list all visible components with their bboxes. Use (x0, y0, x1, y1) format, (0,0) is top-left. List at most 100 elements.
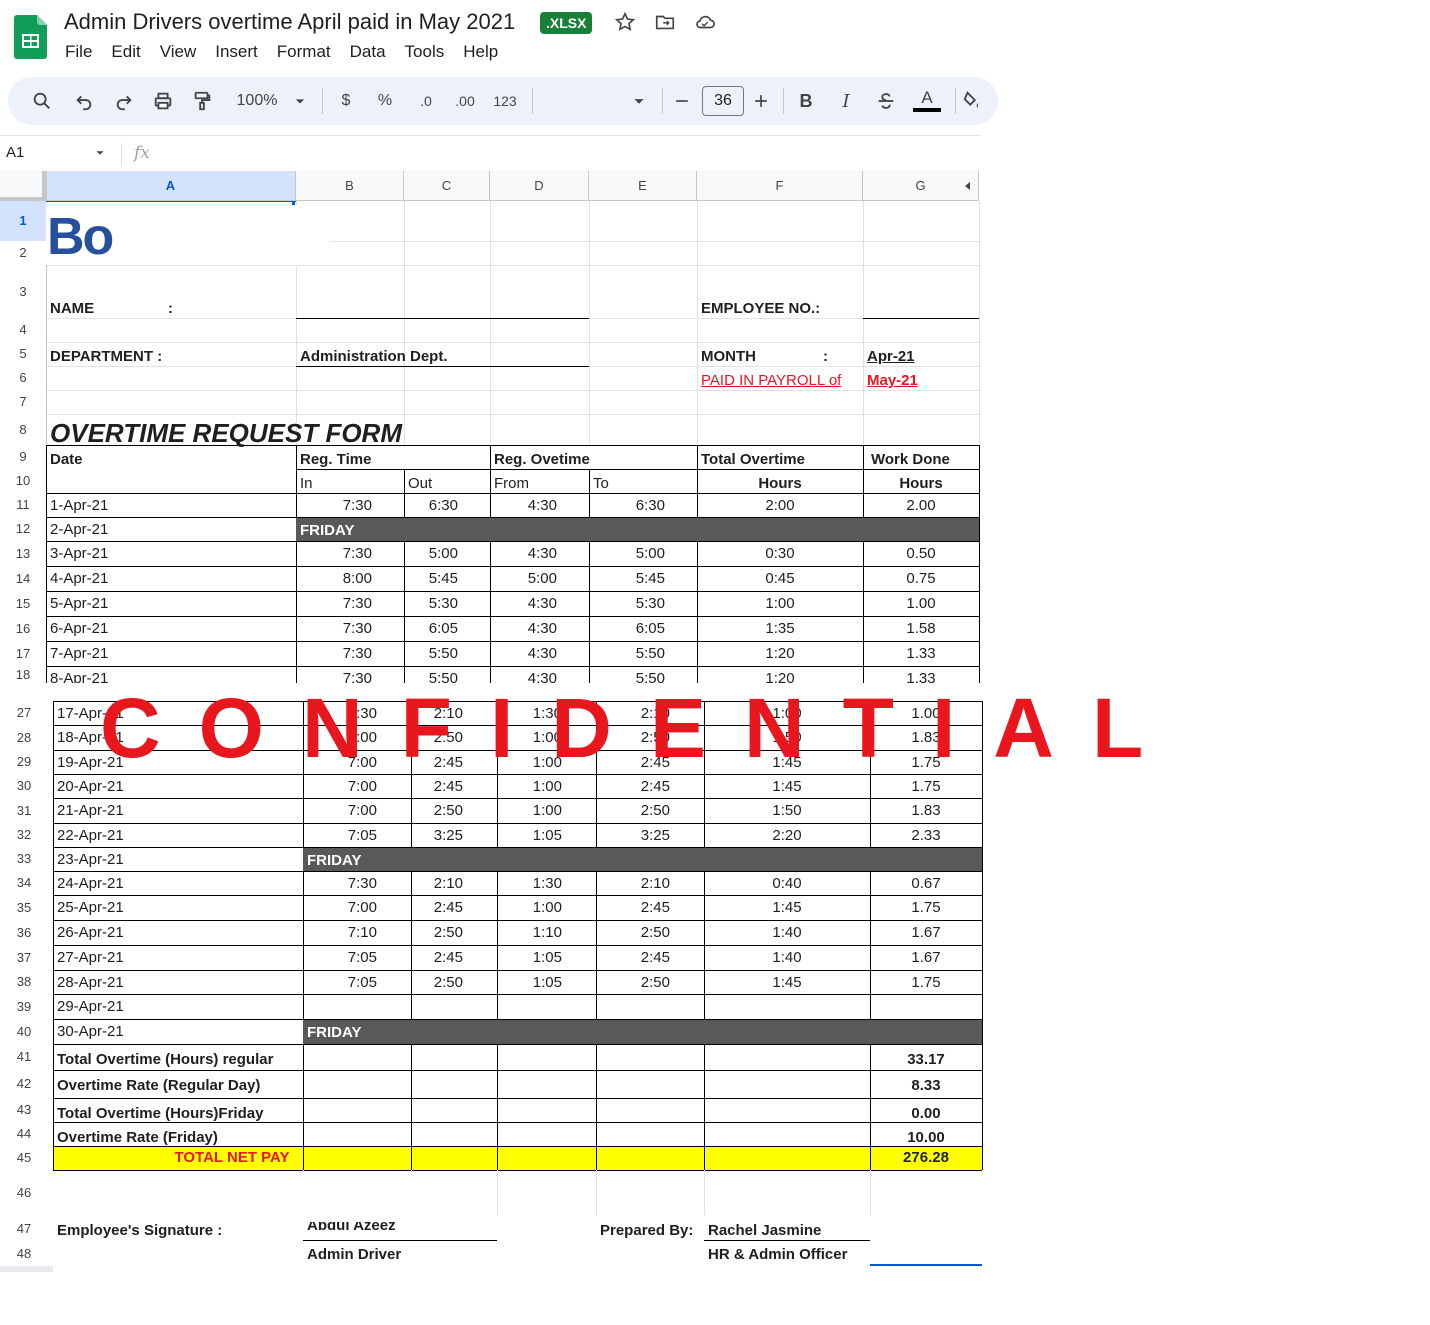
menu-format[interactable]: Format (277, 42, 331, 62)
menu-data[interactable]: Data (350, 42, 386, 62)
row-header[interactable]: 33 (2, 847, 46, 871)
row-header[interactable]: 37 (2, 945, 46, 970)
name-box-dropdown-icon[interactable] (93, 146, 107, 160)
row-header[interactable]: 5 (0, 342, 46, 366)
cloud-saved-icon[interactable] (694, 11, 716, 33)
row-header[interactable]: 9 (0, 445, 46, 469)
column-header-a[interactable]: A (46, 171, 296, 201)
row-header[interactable]: 7 (0, 390, 46, 414)
table-border (979, 445, 980, 683)
decrease-decimal-button[interactable]: .0 (412, 88, 440, 114)
formula-input[interactable] (160, 141, 978, 167)
out-cell: 2:50 (433, 924, 463, 941)
row-header[interactable]: 35 (2, 895, 46, 920)
undo-icon[interactable] (72, 88, 96, 114)
row-header[interactable]: 42 (2, 1070, 46, 1098)
redo-icon[interactable] (112, 88, 136, 114)
row-header[interactable]: 46 (2, 1170, 46, 1215)
row-header[interactable]: 12 (0, 517, 46, 541)
row-header[interactable]: 31 (2, 798, 46, 823)
document-title[interactable]: Admin Drivers overtime April paid in May… (64, 9, 515, 35)
gridline (979, 201, 980, 445)
menu-file[interactable]: File (65, 42, 92, 62)
column-header-c[interactable]: C (404, 171, 490, 201)
row-header[interactable]: 17 (0, 641, 46, 666)
column-header-f[interactable]: F (697, 171, 863, 201)
column-header-e[interactable]: E (589, 171, 697, 201)
row-header[interactable]: 30 (2, 774, 46, 798)
row-header[interactable]: 28 (2, 725, 46, 750)
sheets-app-icon[interactable] (14, 15, 47, 59)
gridline (863, 201, 864, 445)
row-header[interactable]: 44 (2, 1122, 46, 1146)
row-header[interactable]: 48 (2, 1242, 46, 1266)
row-header[interactable]: 39 (2, 994, 46, 1019)
move-to-folder-icon[interactable] (654, 11, 676, 33)
row-header[interactable]: 27 (2, 701, 46, 725)
increase-font-size-icon[interactable] (751, 88, 771, 114)
row-header[interactable]: 14 (0, 566, 46, 591)
star-icon[interactable] (614, 11, 636, 33)
zoom-dropdown-icon[interactable] (290, 88, 310, 114)
row-header[interactable]: 34 (2, 871, 46, 895)
menu-view[interactable]: View (160, 42, 197, 62)
out-cell: 2:45 (433, 899, 463, 916)
row-header[interactable]: 38 (2, 970, 46, 994)
decrease-font-size-icon[interactable] (672, 88, 692, 114)
italic-button[interactable]: I (836, 88, 856, 114)
text-color-button[interactable]: A (913, 88, 941, 114)
menu-tools[interactable]: Tools (405, 42, 445, 62)
row-header[interactable]: 2 (0, 241, 46, 265)
strikethrough-icon[interactable] (875, 88, 897, 114)
row-header[interactable]: 41 (2, 1044, 46, 1070)
scroll-left-arrow-icon[interactable] (962, 180, 974, 192)
paint-format-icon[interactable] (190, 88, 214, 114)
name-underline (296, 318, 589, 319)
fill-color-icon[interactable] (962, 88, 978, 114)
row-header[interactable]: 36 (2, 920, 46, 945)
totals-value: 10.00 (907, 1129, 945, 1146)
select-all-corner[interactable] (0, 171, 46, 201)
row-header[interactable]: 4 (0, 318, 46, 342)
row-border (53, 970, 982, 971)
percent-format-button[interactable]: % (375, 88, 395, 114)
row-header[interactable]: 13 (0, 541, 46, 566)
column-header-b[interactable]: B (296, 171, 404, 201)
menu-insert[interactable]: Insert (215, 42, 258, 62)
menu-edit[interactable]: Edit (111, 42, 140, 62)
font-family-select[interactable] (540, 88, 650, 114)
row-header[interactable]: 40 (2, 1019, 46, 1044)
in-cell: 7:30 (342, 620, 372, 637)
print-icon[interactable] (151, 88, 175, 114)
font-size-input[interactable]: 36 (702, 86, 744, 116)
row-header[interactable]: 3 (0, 265, 46, 318)
total-overtime-cell: 1:50 (772, 802, 802, 819)
column-header-d[interactable]: D (490, 171, 589, 201)
row-header[interactable]: 47 (2, 1215, 46, 1242)
employee-no-label: EMPLOYEE NO.: (701, 300, 821, 317)
row-header[interactable]: 6 (0, 366, 46, 390)
name-box[interactable]: A1 (6, 144, 24, 161)
row-header[interactable]: 29 (2, 750, 46, 774)
row-header[interactable]: 1 (0, 201, 46, 241)
bold-button[interactable]: B (796, 88, 816, 114)
row-header[interactable]: 10 (0, 469, 46, 493)
row-header[interactable]: 15 (0, 591, 46, 616)
prepared-by-name: Rachel Jasmine (708, 1222, 822, 1239)
row-header[interactable]: 18 (0, 666, 46, 683)
search-menus-icon[interactable] (30, 88, 54, 114)
department-underline (296, 366, 589, 367)
zoom-select[interactable]: 100% (230, 88, 284, 114)
row-header[interactable]: 43 (2, 1098, 46, 1122)
menu-help[interactable]: Help (463, 42, 498, 62)
row-header[interactable]: 16 (0, 616, 46, 641)
row-header[interactable]: 8 (0, 414, 46, 445)
increase-decimal-button[interactable]: .00 (451, 88, 479, 114)
row-header[interactable]: 45 (2, 1146, 46, 1170)
gridline (490, 201, 491, 445)
more-formats-button[interactable]: 123 (490, 88, 520, 114)
row-header[interactable]: 11 (0, 493, 46, 517)
table-border (296, 469, 979, 470)
currency-format-button[interactable]: $ (336, 88, 356, 114)
row-header[interactable]: 32 (2, 823, 46, 847)
